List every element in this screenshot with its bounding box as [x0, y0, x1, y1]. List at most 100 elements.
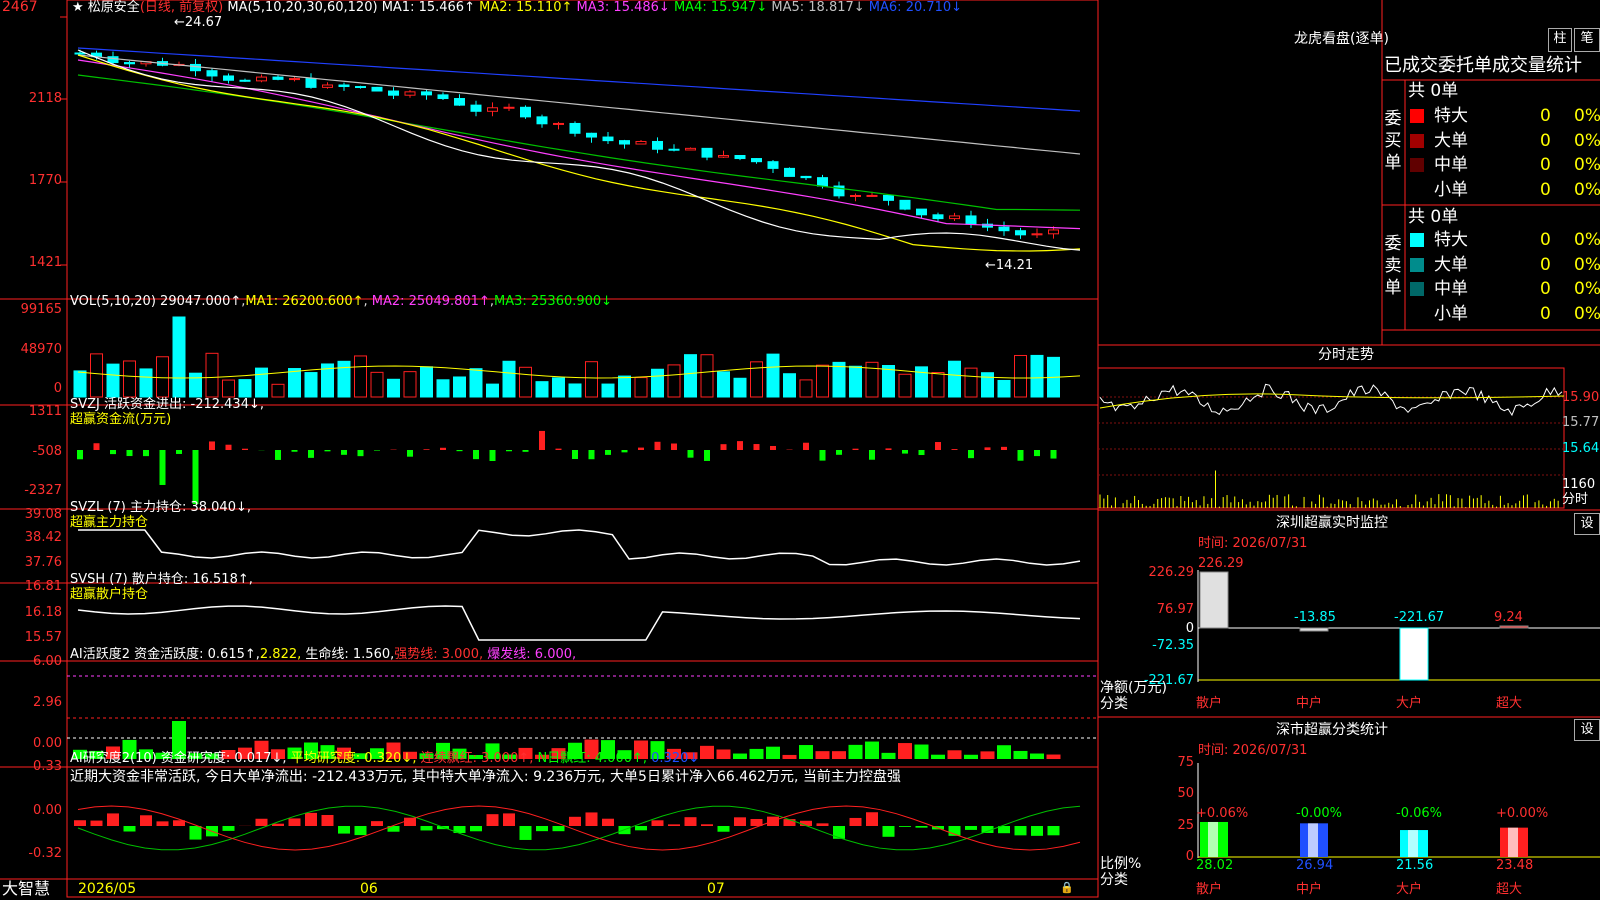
- svzj-bar: [225, 444, 232, 450]
- bar-mode-button[interactable]: 柱: [1548, 28, 1572, 52]
- sz-stats-change: +0.00%: [1496, 806, 1549, 821]
- ai1-tick-2: 2.96: [33, 695, 62, 710]
- ai2-bar: [123, 826, 136, 832]
- ma2-value: MA2: 15.110↑: [479, 0, 573, 15]
- svzl-tick-2: 38.42: [24, 530, 62, 545]
- stock-name: 松原安全: [87, 0, 140, 15]
- sz-monitor-settings-button[interactable]: 设: [1574, 513, 1600, 535]
- svzj-bar: [341, 450, 347, 455]
- svzj-bar: [720, 444, 727, 450]
- candle-body: [190, 63, 201, 72]
- favorite-star-icon[interactable]: ★: [72, 0, 84, 15]
- ai2-tick-3: -0.32: [28, 846, 62, 861]
- candle-body: [454, 98, 465, 106]
- candle-body: [751, 158, 762, 163]
- candle-body: [520, 106, 531, 118]
- ai2-bar: [635, 826, 647, 831]
- lock-icon[interactable]: 🔒: [1060, 880, 1074, 895]
- svzj-bar: [473, 450, 479, 460]
- svzj-bar: [209, 441, 215, 450]
- svsh-tick-2: 16.18: [24, 605, 62, 620]
- candle-body: [718, 154, 729, 158]
- ai2-bar: [222, 826, 235, 831]
- sell-row-count: 0: [1540, 230, 1551, 250]
- ai2-bar: [965, 826, 977, 830]
- svzj-bar: [291, 450, 298, 452]
- svzj-bar: [159, 450, 166, 485]
- svzj-bar: [803, 442, 809, 450]
- volume-bar: [997, 379, 1011, 398]
- ai1-bar: [865, 741, 879, 759]
- buy-row-name: 特大: [1434, 106, 1468, 126]
- ai1-bar: [964, 754, 978, 759]
- ai1-bar: [832, 751, 846, 759]
- ai1-bar: [1046, 754, 1061, 759]
- sz-stats-settings-button[interactable]: 设: [1574, 719, 1600, 741]
- stats-bar-highlight: [1308, 823, 1318, 857]
- candle-body: [668, 148, 680, 151]
- volume-bar: [73, 370, 87, 398]
- svsh-line: [77, 605, 1081, 641]
- svzj-bar: [572, 450, 578, 460]
- svzj-bar: [737, 441, 743, 450]
- svzj-bar: [621, 450, 628, 453]
- sz-stats-category: 中户: [1296, 882, 1323, 897]
- volume-bar: [106, 363, 120, 398]
- volume-bar: [189, 372, 202, 398]
- volume-bar: [271, 383, 285, 398]
- sz-monitor-value: -13.85: [1294, 610, 1336, 625]
- sz-ylabel: 净额(万元): [1100, 680, 1167, 696]
- intraday-tick-2: 15.77: [1562, 415, 1600, 430]
- volume-bar: [90, 353, 103, 398]
- sz-monitor-bar: [1199, 571, 1229, 629]
- buy-row-pct: 0%: [1574, 155, 1600, 175]
- ai2-bar: [734, 817, 746, 826]
- buy-side-label: 委买单: [1384, 109, 1402, 173]
- svzj-bar: [935, 442, 941, 450]
- svzj-bar: [852, 448, 859, 450]
- pen-mode-button[interactable]: 笔: [1574, 28, 1600, 52]
- ai1-bar: [947, 750, 962, 759]
- price-tick-3: 1770: [28, 173, 62, 188]
- volume-bar: [750, 361, 763, 398]
- ai2-bar: [684, 817, 697, 826]
- svzj-bar: [1001, 446, 1007, 450]
- candle-body: [437, 94, 449, 100]
- ai2-bar: [602, 818, 614, 826]
- candle-body: [998, 226, 1010, 232]
- intraday-mode-label[interactable]: 分时: [1562, 492, 1588, 507]
- candle-body: [223, 75, 234, 81]
- date-label-1: 2026/05: [78, 881, 137, 897]
- ai2-tick-2: 0.00: [33, 803, 62, 818]
- ai1-bar: [815, 751, 830, 759]
- volume-bar: [304, 372, 318, 398]
- svzj-bar: [638, 447, 644, 450]
- sz-monitor-category: 中户: [1296, 696, 1323, 711]
- svzl-subtitle: 超赢主力持仓: [70, 515, 149, 530]
- svzj-bar: [819, 450, 826, 461]
- sell-row-pct: 0%: [1574, 254, 1600, 275]
- period-label[interactable]: (日线, 前复权): [140, 0, 223, 15]
- candle-body: [338, 84, 350, 88]
- volume-bar: [222, 379, 235, 398]
- ai1-bar: [997, 745, 1011, 759]
- candle-body: [256, 76, 267, 82]
- ai1-bar: [766, 746, 780, 759]
- svzj-tick-2: -508: [32, 444, 62, 459]
- vol-header: VOL(5,10,20) 29047.000↑,MA1: 26200.600↑,…: [70, 294, 613, 309]
- candle-body: [553, 122, 564, 125]
- sell-row-name: 中单: [1434, 279, 1468, 299]
- sz-stats-change: -0.00%: [1296, 806, 1342, 821]
- ai1-bar: [1013, 750, 1028, 759]
- ai2-bar: [750, 818, 763, 826]
- svzj-bar: [605, 450, 611, 455]
- candle-body: [635, 140, 647, 145]
- svzl-tick-1: 39.08: [24, 507, 62, 522]
- sz-axis-1: 226.29: [1148, 565, 1195, 580]
- ai2-bar: [272, 823, 284, 826]
- svzj-bar: [93, 443, 100, 450]
- stats-axis-1: 75: [1177, 755, 1194, 770]
- ai1-bar: [716, 749, 731, 759]
- ma3-value: MA3: 15.486↓: [576, 0, 670, 15]
- candle-body: [701, 147, 713, 158]
